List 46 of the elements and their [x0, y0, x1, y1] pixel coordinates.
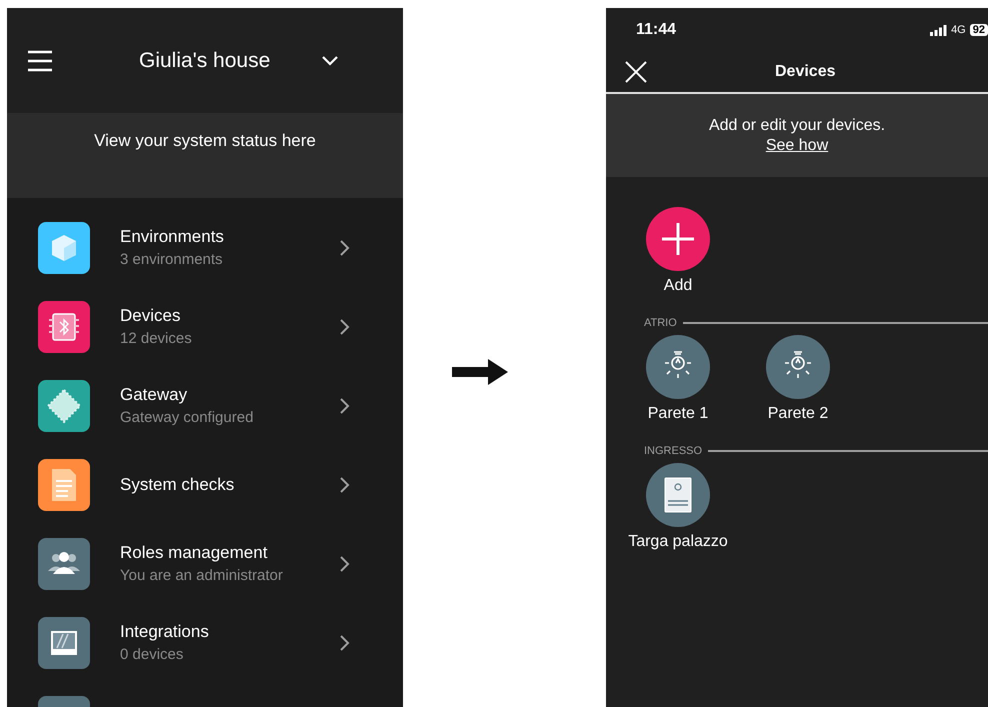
item-subtitle: 3 environments — [120, 251, 224, 268]
item-title: Integrations — [120, 622, 210, 642]
menu-item[interactable]: Devices 12 devices — [7, 287, 403, 366]
chevron-right-icon — [340, 318, 350, 334]
close-icon[interactable] — [625, 61, 647, 83]
chevron-right-icon — [340, 556, 350, 572]
item-subtitle: You are an administrator — [120, 567, 284, 584]
arrow-icon — [452, 359, 508, 385]
menu-item[interactable]: Gateway Gateway configured — [7, 366, 403, 445]
item-title: Roles management — [120, 543, 268, 563]
menu-item[interactable]: System checks — [7, 445, 403, 524]
status-time: 11:44 — [636, 21, 676, 39]
menu-item[interactable]: Integrations 0 devices — [7, 603, 403, 682]
item-title: System checks — [120, 474, 236, 494]
menu-item[interactable]: Environments 3 environments — [7, 208, 403, 287]
device-label: Targa palazzo — [628, 533, 728, 551]
section-heading: ATRIO — [644, 317, 677, 329]
battery-level: 92 — [970, 24, 988, 36]
chevron-right-icon — [340, 476, 350, 492]
device-label: Parete 1 — [648, 405, 708, 423]
see-how-link[interactable]: See how — [766, 136, 828, 154]
screen-title: Devices — [775, 63, 836, 81]
banner-text: View your system status here — [94, 131, 316, 151]
chevron-right-icon — [340, 398, 350, 414]
item-title: Devices — [120, 306, 182, 326]
item-subtitle: Gateway configured — [120, 409, 254, 426]
signal-icon — [930, 24, 948, 36]
door-panel-icon[interactable] — [646, 463, 710, 527]
add-label: Add — [664, 277, 692, 295]
chevron-down-icon[interactable] — [322, 56, 338, 66]
menu-icon[interactable] — [27, 50, 53, 72]
device-label: Parete 2 — [768, 405, 828, 423]
item-title: Gateway — [120, 385, 188, 405]
lamp-icon[interactable] — [646, 335, 710, 399]
menu-item[interactable]: Roles management You are an administrator — [7, 524, 403, 603]
item-title: Environments — [120, 227, 225, 247]
house-title[interactable]: Giulia's house — [139, 48, 270, 72]
lamp-icon[interactable] — [766, 335, 830, 399]
item-subtitle: 0 devices — [120, 646, 184, 663]
item-subtitle: 12 devices — [120, 330, 193, 347]
chevron-right-icon — [340, 634, 350, 650]
add-button[interactable] — [646, 207, 710, 271]
banner-text: Add or edit your devices. — [708, 116, 886, 134]
section-heading: INGRESSO — [644, 445, 702, 457]
network-type: 4G — [951, 24, 966, 36]
chevron-right-icon — [340, 240, 350, 256]
